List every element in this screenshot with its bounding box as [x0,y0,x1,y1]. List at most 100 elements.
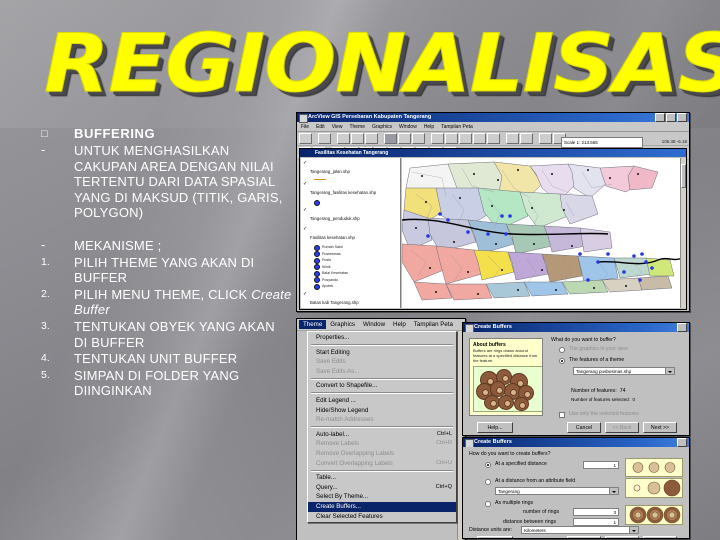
menu-graphics[interactable]: Graphics [326,320,359,329]
legend-layer[interactable]: ✓ Tangerang_penduduk.shp [303,207,400,225]
minimize-icon[interactable] [655,113,665,122]
features-count-value: 74 [619,388,626,394]
theme-menu-window[interactable]: Theme Graphics Window Help Tampilan Peta… [296,318,466,540]
symbol-label: Apotek [322,284,334,289]
menu-edit[interactable]: Edit [316,124,325,130]
menu-theme[interactable]: Theme [349,124,365,130]
create-buffers-dialog-1[interactable]: Create Buffers About buffers Buffers are… [462,322,690,436]
scale-box[interactable]: Scale 1: 213.565 [561,137,643,148]
zoom-out-icon[interactable] [398,133,411,144]
ring-gap-input[interactable]: 1 [573,518,619,526]
menu-tampilan-peta[interactable]: Tampilan Peta [441,124,473,130]
menu-graphics[interactable]: Graphics [372,124,392,130]
menu-window[interactable]: Window [359,320,389,329]
radio-features-label: The features of a theme [569,357,625,363]
legend-panel[interactable]: ✓ Tangerang_jalan.shp ✓ Tangerang_fasili… [301,158,401,308]
query-builder-icon[interactable] [487,133,500,144]
list-number: 4. [41,352,50,365]
radio-attribute-field[interactable] [485,479,491,485]
chevron-down-icon[interactable] [629,527,638,533]
legend-layer[interactable]: ✓ Batas kab Tangerang.shp [303,291,400,308]
menu-bar[interactable]: Theme Graphics Window Help Tampilan Peta [297,319,465,331]
cancel-button[interactable]: Cancel [567,536,601,538]
scrollbar-thumb[interactable] [681,164,686,188]
add-theme-icon[interactable] [365,133,378,144]
radio-features[interactable] [559,358,565,364]
menu-item-convert-to-shapefile[interactable]: Convert to Shapefile... [308,381,456,391]
radio-multiple-rings[interactable] [485,501,491,507]
menu-help[interactable]: Help [389,320,410,329]
legend-layer[interactable]: ✓ Tangerang_fasilitas kesehatan.shp [303,181,400,206]
menu-tampilan-peta[interactable]: Tampilan Peta [410,320,457,329]
save-icon[interactable] [337,133,350,144]
zoom-full-icon[interactable] [412,133,425,144]
cancel-button[interactable]: Cancel [567,422,601,433]
next-button[interactable]: Next >> [643,536,677,538]
create-buffers-dialog-2[interactable]: Create Buffers How do you want to create… [462,437,690,539]
menu-file[interactable]: File [301,124,309,130]
theme-dropdown-menu[interactable]: Properties... Start Editing Save Edits S… [307,331,457,524]
maximize-icon[interactable] [666,113,676,122]
layer-checkbox[interactable]: ✓ [303,291,310,297]
help-button[interactable]: Help... [477,536,513,538]
list-item-label: MEKANISME ; [74,237,162,253]
next-button[interactable]: Next >> [643,422,677,433]
distance-input[interactable]: 1 [583,461,619,469]
arcview-app-icon [299,114,308,123]
menu-item-table[interactable]: Table... [308,473,456,483]
close-icon[interactable] [677,438,687,447]
menu-item-select-by-theme[interactable]: Select By Theme... [308,492,456,502]
layer-checkbox[interactable]: ✓ [303,160,310,166]
arcview-menu-bar[interactable]: File Edit View Theme Graphics Window Hel… [297,122,689,132]
menu-theme[interactable]: Theme [299,320,327,329]
zoom-in-icon[interactable] [384,133,397,144]
menu-separator [311,469,453,472]
rings-count-input[interactable]: 3 [573,508,619,516]
graduated-ring-preview-svg [633,479,681,497]
menu-item-create-buffers[interactable]: Create Buffers... [308,501,456,512]
menu-item-clear-selected-features[interactable]: Clear Selected Features [308,512,456,522]
zoom-previous-icon[interactable] [445,133,458,144]
radio-specified-distance[interactable] [485,462,491,468]
menu-item-remove-labels: Remove Labels Ctrl+R [308,439,456,449]
menu-help[interactable]: Help [424,124,434,130]
close-icon[interactable] [677,323,687,332]
menu-item-start-editing[interactable]: Start Editing [308,348,456,358]
table-icon[interactable] [506,133,519,144]
menu-view[interactable]: View [332,124,343,130]
close-icon[interactable] [677,113,687,122]
menu-item-auto-label[interactable]: Auto-label... Ctrl+L [308,430,456,440]
menu-item-label: Auto-label... [316,430,350,438]
print-icon[interactable] [351,133,364,144]
theme-select[interactable]: Tangerang pusbesmas.shp [573,367,675,375]
legend-scrollbar[interactable] [680,158,686,308]
menu-item-edit-legend[interactable]: Edit Legend ... [308,396,456,406]
menu-item-query[interactable]: Query... Ctrl+Q [308,483,456,493]
menu-item-properties[interactable]: Properties... [308,333,456,343]
select-feature-icon[interactable] [459,133,472,144]
arcview-window[interactable]: ArcView GIS Persebaran Kabupaten Tangera… [296,112,690,312]
open-icon[interactable] [318,133,331,144]
layer-checkbox[interactable]: ✓ [303,181,310,187]
chevron-down-icon[interactable] [609,488,618,494]
chart-icon[interactable] [520,133,533,144]
help-button[interactable]: Help... [477,422,513,433]
menu-item-hide-show-legend[interactable]: Hide/Show Legend [308,406,456,416]
point-symbol-icon [314,277,320,283]
view-window[interactable]: Fasilitas Kesehatan Tangerang ✓ Tangeran… [299,148,687,310]
map-canvas[interactable] [402,158,685,308]
window-controls[interactable] [655,113,687,122]
multi-ring-preview-svg [629,506,681,524]
new-icon[interactable] [299,133,312,144]
locate-icon[interactable] [539,133,552,144]
menu-window[interactable]: Window [399,124,417,130]
units-select[interactable]: Kilometers [521,526,639,534]
layer-checkbox[interactable]: ✓ [303,226,310,232]
layer-checkbox[interactable]: ✓ [303,207,310,213]
zoom-selected-icon[interactable] [431,133,444,144]
legend-layer[interactable]: ✓ Fasilitas kesehatan.shp Rumah Sakit Pu… [303,226,400,290]
legend-layer[interactable]: ✓ Tangerang_jalan.shp [303,160,400,180]
chevron-down-icon[interactable] [665,368,674,374]
attribute-select[interactable]: Tangerang [495,487,619,495]
clear-select-icon[interactable] [473,133,486,144]
